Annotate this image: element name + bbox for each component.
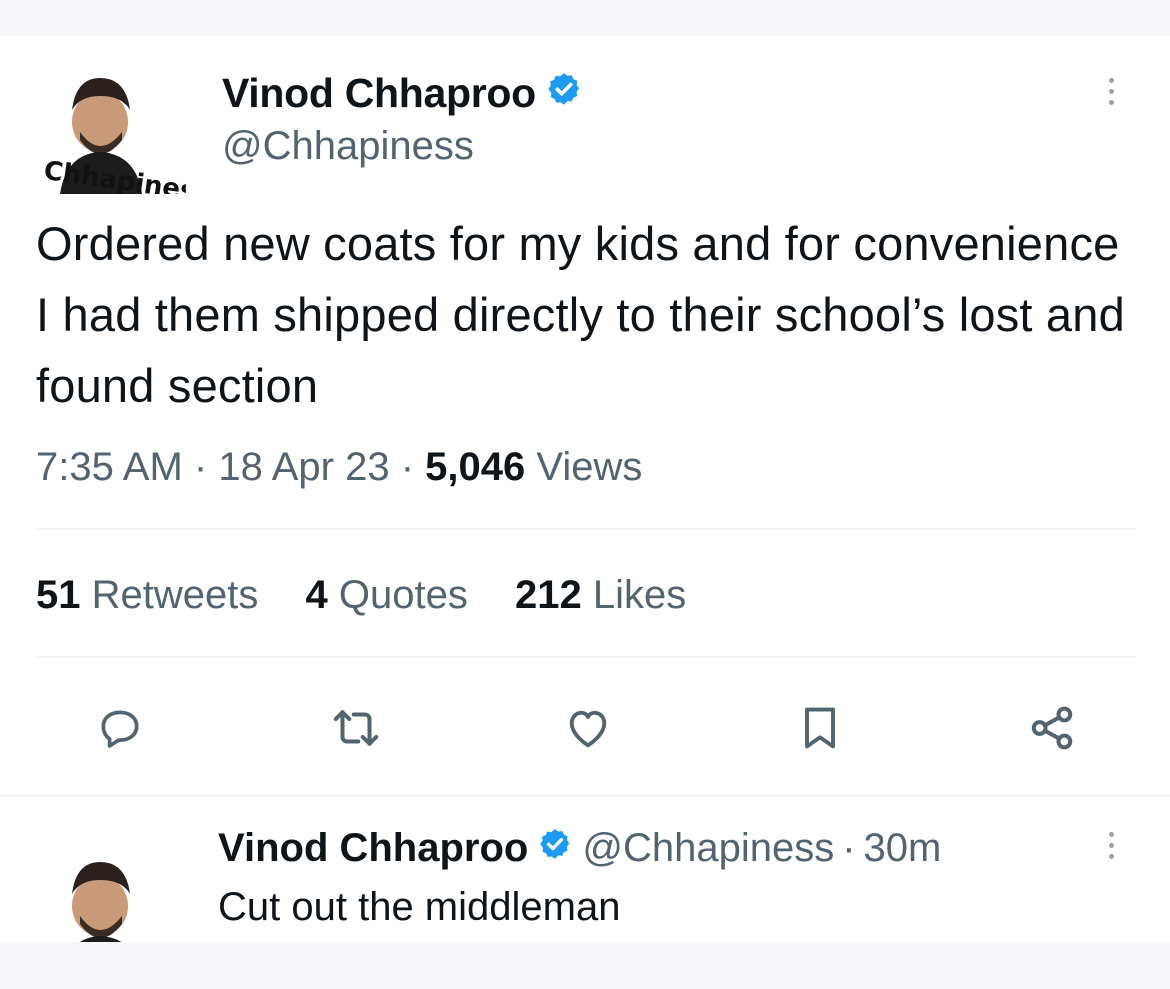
quotes-stat[interactable]: 4 Quotes [306, 573, 468, 617]
author-name-text: Vinod Chhaproo [222, 70, 536, 116]
share-icon [1025, 701, 1079, 760]
bookmark-button[interactable] [790, 700, 850, 760]
retweets-label: Retweets [91, 573, 259, 617]
reply-more-vertical-icon[interactable] [1106, 832, 1116, 859]
likes-stat[interactable]: 212 Likes [515, 573, 686, 617]
reply-separator: · [842, 826, 856, 870]
meta-separator: · [400, 445, 415, 489]
author-handle[interactable]: @Chhapiness [222, 124, 474, 169]
meta-separator: · [193, 445, 208, 489]
share-button[interactable] [1022, 700, 1082, 760]
tweet-meta: 7:35 AM · 18 Apr 23 · 5,046 Views [36, 445, 642, 490]
retweet-button[interactable] [326, 700, 386, 760]
reply-author-avatar[interactable]: Chhapiness [36, 828, 186, 942]
divider [36, 528, 1136, 530]
verified-badge-icon [538, 826, 572, 871]
heart-icon [562, 702, 614, 759]
tweet-time[interactable]: 7:35 AM [36, 445, 183, 489]
reply-button[interactable] [90, 700, 150, 760]
author-name[interactable]: Vinod Chhaproo [222, 70, 582, 117]
likes-label: Likes [592, 573, 687, 617]
divider [36, 656, 1136, 658]
views-count: 5,046 [425, 445, 526, 489]
reply-age[interactable]: 30m [864, 826, 942, 871]
reply-author-handle[interactable]: @Chhapiness [582, 826, 834, 871]
quotes-count: 4 [305, 573, 328, 617]
verified-badge-icon [546, 70, 582, 117]
tweet-stats: 51 Retweets 4 Quotes 212 Likes [36, 573, 722, 618]
section-divider [0, 794, 1170, 797]
reply-author-name[interactable]: Vinod Chhaproo [218, 826, 528, 871]
author-avatar[interactable]: Chhapiness [36, 44, 186, 194]
retweet-icon [329, 701, 383, 760]
reply-header: Vinod Chhaproo @Chhapiness · 30m [218, 826, 941, 871]
quotes-label: Quotes [338, 573, 468, 617]
views-label: Views [536, 445, 643, 489]
reply-icon [95, 703, 145, 758]
tweet-text: Ordered new coats for my kids and for co… [36, 217, 1125, 412]
retweets-stat[interactable]: 51 Retweets [36, 573, 258, 617]
likes-count: 212 [514, 573, 582, 617]
retweets-count: 51 [36, 573, 81, 617]
more-vertical-icon[interactable] [1106, 78, 1116, 105]
reply-text: Cut out the middleman [218, 885, 621, 929]
like-button[interactable] [558, 700, 618, 760]
bookmark-icon [794, 702, 846, 759]
tweet-date[interactable]: 18 Apr 23 [218, 445, 389, 489]
